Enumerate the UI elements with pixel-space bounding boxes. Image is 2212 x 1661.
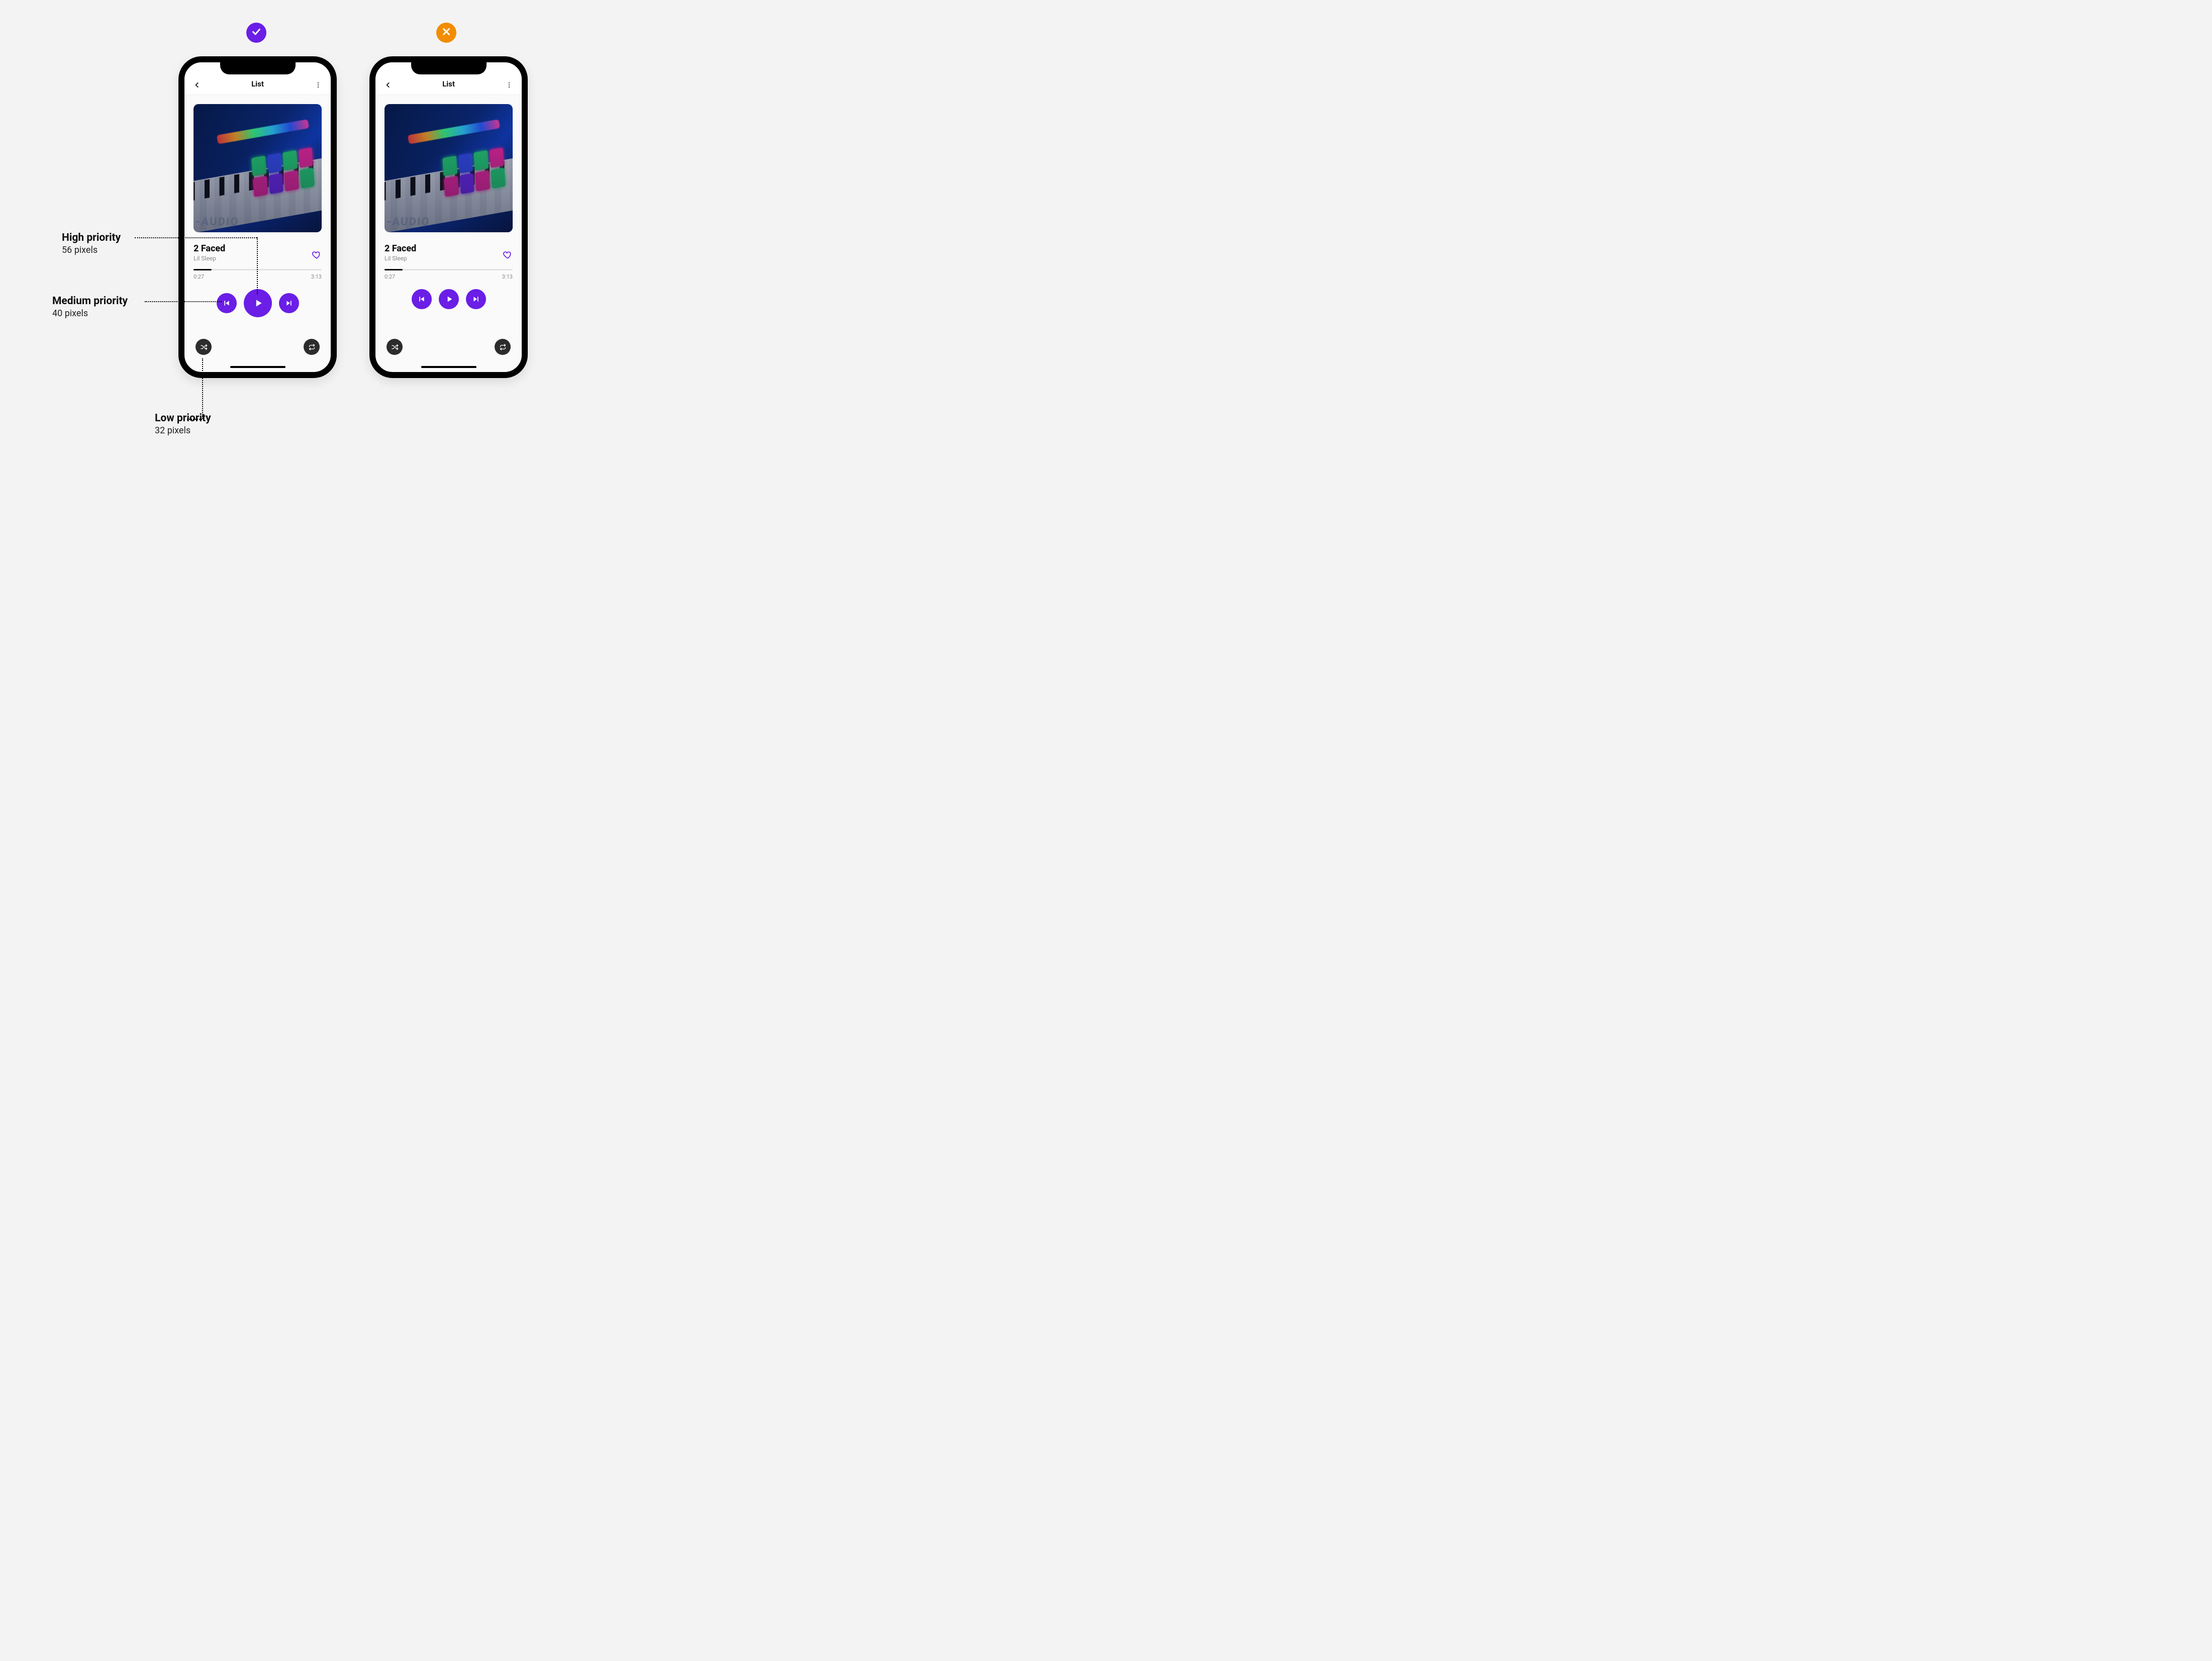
time-total: 3:13 (311, 273, 322, 280)
do-badge (246, 23, 266, 43)
playback-controls (384, 289, 513, 309)
back-button[interactable] (384, 81, 392, 88)
connector-line (257, 237, 258, 294)
progress-fill (194, 269, 212, 270)
comparison-diagram: List -AUDIO 2 Faced Lil Sleep (0, 0, 637, 479)
prev-button[interactable] (217, 293, 237, 313)
progress-bar[interactable] (384, 269, 513, 270)
skip-previous-icon (223, 299, 231, 307)
track-title: 2 Faced (384, 243, 416, 254)
cross-icon (441, 26, 452, 39)
phone-mockup-do: List -AUDIO 2 Faced Lil Sleep (178, 56, 337, 378)
shuffle-icon (391, 343, 399, 351)
annotation-title: Medium priority (52, 295, 128, 307)
dont-badge (436, 23, 456, 43)
header-title: List (442, 79, 455, 88)
annotation-title: High priority (62, 232, 121, 244)
heart-icon (503, 250, 513, 260)
shuffle-button[interactable] (387, 339, 403, 355)
annotation-subtitle: 40 pixels (52, 308, 128, 319)
album-art: -AUDIO (194, 104, 322, 232)
more-vertical-icon (506, 81, 513, 88)
heart-icon (312, 250, 322, 260)
connector-line (202, 358, 203, 419)
check-icon (251, 26, 262, 39)
back-button[interactable] (194, 81, 201, 88)
annotation-subtitle: 32 pixels (155, 425, 211, 436)
connector-line (145, 301, 222, 302)
repeat-icon (308, 343, 316, 351)
play-button[interactable] (439, 289, 459, 309)
more-vertical-icon (315, 81, 322, 88)
favorite-button[interactable] (503, 250, 513, 262)
album-art: -AUDIO (384, 104, 513, 232)
favorite-button[interactable] (312, 250, 322, 262)
more-button[interactable] (315, 81, 322, 88)
connector-line (187, 419, 202, 420)
next-button[interactable] (279, 293, 299, 313)
player-content: -AUDIO 2 Faced Lil Sleep 0:27 3:13 (184, 95, 331, 372)
shuffle-icon (200, 343, 208, 351)
header-title: List (251, 79, 264, 88)
progress-fill (384, 269, 403, 270)
next-button[interactable] (466, 289, 486, 309)
skip-next-icon (285, 299, 293, 307)
skip-previous-icon (418, 295, 426, 303)
device-notch (411, 61, 487, 74)
screen: List -AUDIO 2 Faced Lil Sleep (375, 62, 522, 372)
time-total: 3:13 (502, 273, 513, 280)
phone-mockup-dont: List -AUDIO 2 Faced Lil Sleep (369, 56, 528, 378)
chevron-left-icon (384, 81, 392, 88)
time-elapsed: 0:27 (194, 273, 204, 280)
home-indicator (421, 366, 476, 368)
home-indicator (230, 366, 285, 368)
track-info: 2 Faced Lil Sleep (384, 243, 416, 262)
track-artist: Lil Sleep (194, 255, 225, 262)
shuffle-button[interactable] (196, 339, 212, 355)
track-artist: Lil Sleep (384, 255, 416, 262)
track-info: 2 Faced Lil Sleep (194, 243, 225, 262)
annotation-medium-priority: Medium priority 40 pixels (52, 295, 128, 319)
device-notch (220, 61, 296, 74)
skip-next-icon (472, 295, 480, 303)
connector-line (135, 237, 257, 238)
annotation-subtitle: 56 pixels (62, 245, 121, 255)
chevron-left-icon (194, 81, 201, 88)
time-elapsed: 0:27 (384, 273, 395, 280)
screen: List -AUDIO 2 Faced Lil Sleep (184, 62, 331, 372)
prev-button[interactable] (412, 289, 432, 309)
play-icon (253, 298, 263, 308)
track-title: 2 Faced (194, 243, 225, 254)
repeat-icon (499, 343, 507, 351)
more-button[interactable] (506, 81, 513, 88)
play-icon (445, 295, 453, 303)
player-content: -AUDIO 2 Faced Lil Sleep 0:27 3:13 (375, 95, 522, 372)
annotation-high-priority: High priority 56 pixels (62, 232, 121, 255)
repeat-button[interactable] (495, 339, 511, 355)
repeat-button[interactable] (304, 339, 320, 355)
